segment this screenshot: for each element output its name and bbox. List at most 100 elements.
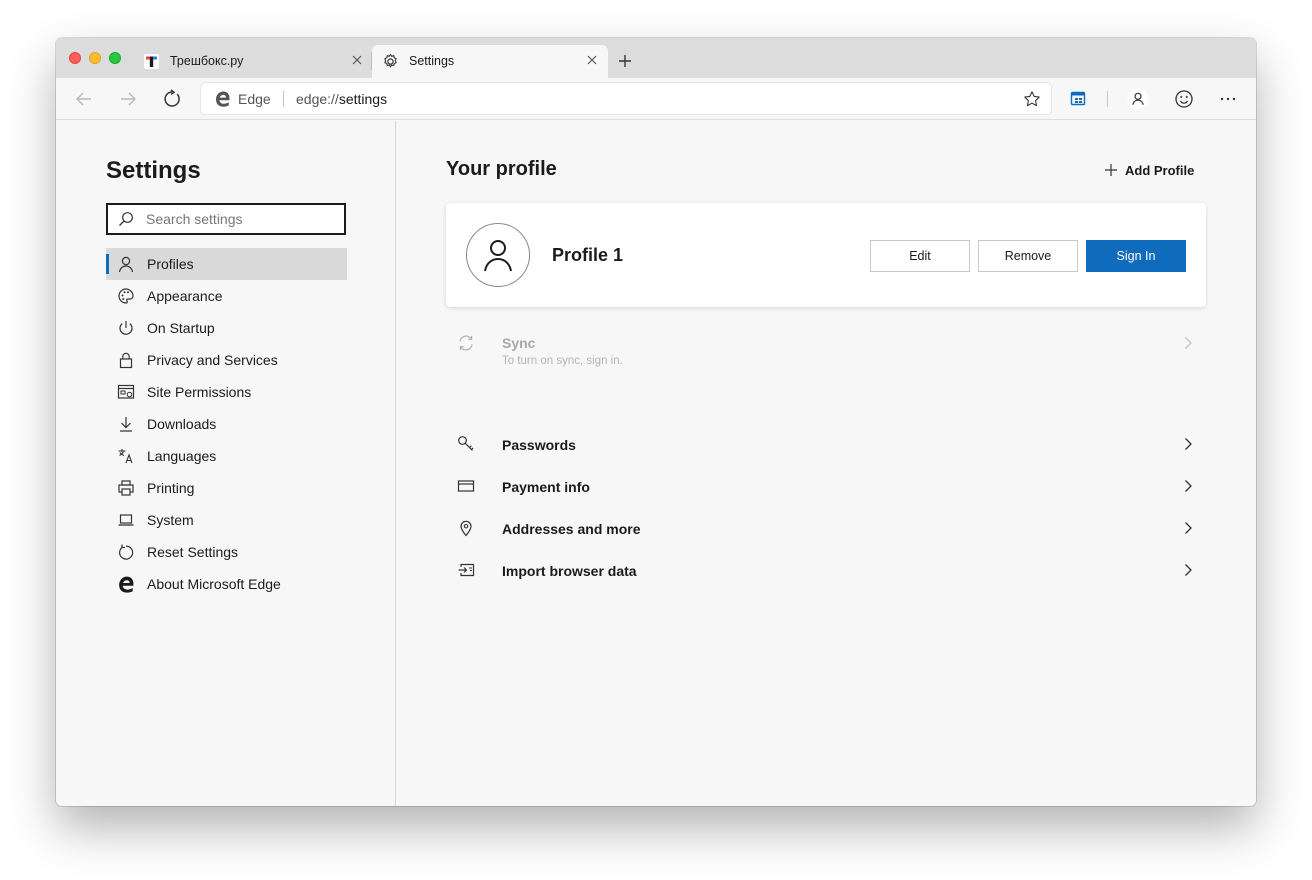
settings-main: Your profile Add Profile Profile 1 Edit … — [397, 121, 1256, 806]
settings-row-import-data[interactable]: Import browser data — [446, 549, 1206, 591]
sidebar-item-label: Site Permissions — [147, 384, 252, 400]
sidebar-item-label: About Microsoft Edge — [147, 576, 281, 592]
close-window-button[interactable] — [69, 52, 81, 64]
row-label: Import browser data — [502, 563, 637, 579]
card-icon — [457, 480, 475, 492]
back-arrow-icon[interactable] — [73, 88, 95, 110]
search-settings-box[interactable] — [106, 203, 346, 235]
row-label: Passwords — [502, 437, 576, 453]
sign-in-button[interactable]: Sign In — [1086, 240, 1186, 272]
refresh-icon[interactable] — [161, 88, 183, 110]
import-icon — [458, 563, 475, 577]
sidebar-item-on-startup[interactable]: On Startup — [106, 312, 347, 344]
add-profile-button[interactable]: Add Profile — [1104, 161, 1194, 179]
sidebar-title: Settings — [106, 157, 201, 184]
location-pin-icon — [460, 520, 472, 537]
close-tab-icon[interactable] — [585, 53, 599, 67]
sync-label: Sync — [502, 335, 536, 351]
sidebar-item-label: Appearance — [147, 288, 223, 304]
url-path: settings — [338, 91, 388, 107]
settings-row-passwords[interactable]: Passwords — [446, 423, 1206, 465]
new-tab-plus-icon[interactable] — [616, 52, 634, 70]
address-divider — [283, 91, 284, 107]
gear-icon — [382, 53, 399, 70]
more-options-icon[interactable] — [1217, 88, 1239, 110]
feedback-smiley-icon[interactable] — [1173, 88, 1195, 110]
profile-avatar — [466, 223, 530, 287]
power-icon — [119, 321, 133, 335]
profile-avatar-icon[interactable] — [1127, 88, 1149, 110]
sidebar-item-downloads[interactable]: Downloads — [106, 408, 347, 440]
toolbar-divider — [1107, 91, 1108, 107]
url-scheme: edge:// — [296, 91, 339, 107]
sidebar-item-label: System — [147, 512, 194, 528]
profile-name: Profile 1 — [552, 245, 624, 265]
page-title: Your profile — [446, 158, 557, 180]
tab-title: Settings — [409, 54, 455, 68]
person-icon — [118, 256, 134, 273]
site-permissions-icon — [117, 384, 135, 399]
sidebar-item-label: Downloads — [147, 416, 217, 432]
edit-profile-button[interactable]: Edit — [870, 240, 970, 272]
sidebar-item-languages[interactable]: Languages — [106, 440, 347, 472]
url-text[interactable]: edge://settings — [296, 91, 387, 107]
edge-logo-icon — [119, 576, 134, 593]
zoom-window-button[interactable] — [109, 52, 121, 64]
close-tab-icon[interactable] — [350, 53, 364, 67]
row-label: Addresses and more — [502, 521, 641, 537]
browser-toolbar: Edge edge://settings — [56, 78, 1256, 120]
browser-window: Трешбокс.ру Settings Edge edge://setting… — [56, 38, 1256, 806]
sidebar-item-label: On Startup — [147, 320, 215, 336]
forward-arrow-icon[interactable] — [117, 88, 139, 110]
sidebar-item-profiles[interactable]: Profiles — [106, 248, 347, 280]
address-bar[interactable]: Edge edge://settings — [201, 83, 1051, 114]
sidebar-item-printing[interactable]: Printing — [106, 472, 347, 504]
edge-logo-icon — [214, 90, 231, 107]
chevron-right-icon — [1185, 480, 1192, 492]
languages-icon — [118, 449, 133, 464]
sync-row: Sync To turn on sync, sign in. — [446, 329, 1206, 377]
sync-icon — [459, 335, 473, 351]
lock-icon — [119, 352, 133, 369]
minimize-window-button[interactable] — [89, 52, 101, 64]
trashbox-favicon-icon — [144, 54, 159, 69]
chevron-right-icon — [1185, 564, 1192, 576]
sidebar-item-label: Printing — [147, 480, 195, 496]
palette-icon — [118, 288, 134, 304]
sync-sublabel: To turn on sync, sign in. — [502, 355, 623, 367]
plus-icon — [1105, 164, 1117, 176]
printer-icon — [118, 480, 134, 496]
search-input[interactable] — [146, 210, 336, 228]
sidebar-item-site-permissions[interactable]: Site Permissions — [106, 376, 347, 408]
sidebar-item-label: Languages — [147, 448, 217, 464]
person-icon — [484, 240, 512, 272]
tab-trashbox[interactable]: Трешбокс.ру — [134, 45, 372, 78]
add-profile-label: Add Profile — [1125, 162, 1195, 178]
row-label: Payment info — [502, 479, 590, 495]
chevron-right-icon — [1185, 337, 1192, 349]
reset-icon — [119, 544, 134, 560]
search-icon — [119, 212, 133, 226]
sidebar-item-label: Privacy and Services — [147, 352, 278, 368]
key-icon — [458, 436, 474, 451]
sidebar-nav: Profiles Appearance On Startup Privacy a… — [106, 248, 347, 600]
settings-row-payment-info[interactable]: Payment info — [446, 465, 1206, 507]
chevron-right-icon — [1185, 438, 1192, 450]
download-icon — [120, 417, 132, 432]
sidebar-item-about-edge[interactable]: About Microsoft Edge — [106, 568, 347, 600]
sidebar-item-appearance[interactable]: Appearance — [106, 280, 347, 312]
collections-icon[interactable] — [1067, 88, 1089, 110]
profile-card: Profile 1 Edit Remove Sign In — [446, 203, 1206, 307]
tab-settings[interactable]: Settings — [372, 45, 608, 78]
favorite-star-icon[interactable] — [1023, 90, 1041, 108]
sidebar-item-system[interactable]: System — [106, 504, 347, 536]
remove-profile-button[interactable]: Remove — [978, 240, 1078, 272]
tab-strip: Трешбокс.ру Settings — [56, 38, 1256, 78]
settings-sidebar: Settings Profiles Appearance On Startup … — [56, 121, 396, 806]
site-identity-label: Edge — [238, 91, 271, 107]
sidebar-item-privacy[interactable]: Privacy and Services — [106, 344, 347, 376]
sidebar-item-label: Reset Settings — [147, 544, 239, 560]
sidebar-item-reset-settings[interactable]: Reset Settings — [106, 536, 347, 568]
settings-row-addresses[interactable]: Addresses and more — [446, 507, 1206, 549]
sidebar-item-label: Profiles — [147, 256, 194, 272]
